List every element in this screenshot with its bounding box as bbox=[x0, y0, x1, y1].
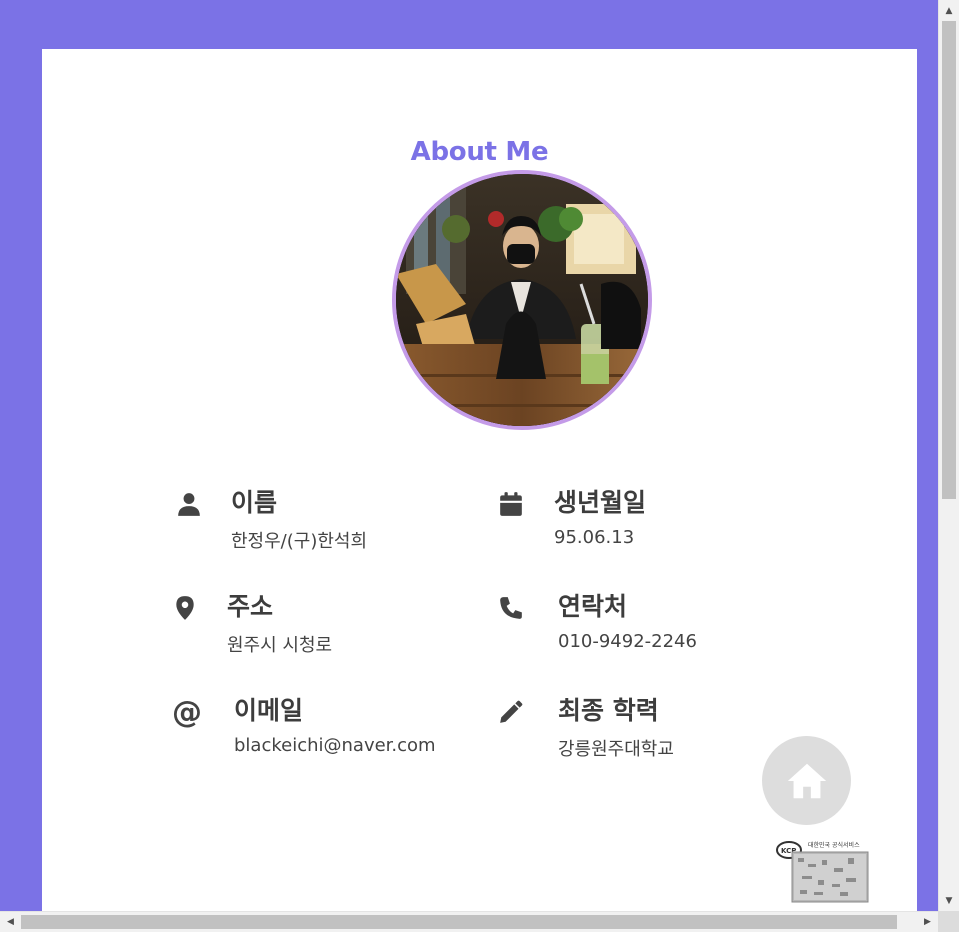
phone-icon bbox=[496, 593, 526, 623]
info-education-label: 최종 학력 bbox=[558, 696, 659, 725]
calendar-icon bbox=[496, 489, 526, 519]
horizontal-scrollbar[interactable]: ◀ ▶ bbox=[0, 911, 938, 932]
at-icon: @ bbox=[172, 694, 202, 730]
badge-text: 대한민국 공식서비스 bbox=[808, 841, 860, 849]
profile-photo bbox=[396, 174, 648, 426]
page-background: About Me 이름 한정우/(구)한석희 생년월일 95.06.13 주소 … bbox=[0, 0, 938, 911]
info-birth-value: 95.06.13 bbox=[554, 527, 635, 548]
kcp-badge[interactable]: KCP 대한민국 공식서비스 bbox=[774, 838, 870, 904]
scroll-right-arrow-icon[interactable]: ▶ bbox=[919, 912, 936, 932]
info-name-value: 한정우/(구)한석희 bbox=[231, 531, 368, 552]
horizontal-scroll-thumb[interactable] bbox=[21, 915, 897, 929]
vertical-scrollbar[interactable]: ▲ ▼ bbox=[938, 0, 959, 911]
info-education-value: 강릉원주대학교 bbox=[558, 739, 674, 760]
home-button[interactable] bbox=[762, 736, 851, 825]
info-email-label: 이메일 bbox=[234, 696, 304, 725]
info-address-label: 주소 bbox=[227, 592, 274, 621]
profile-avatar bbox=[392, 170, 652, 430]
vertical-scroll-thumb[interactable] bbox=[942, 21, 956, 499]
info-name-label: 이름 bbox=[231, 488, 278, 517]
info-birth-label: 생년월일 bbox=[554, 488, 647, 517]
pencil-icon bbox=[496, 697, 526, 727]
home-icon bbox=[787, 763, 826, 798]
info-contact-label: 연락처 bbox=[558, 592, 628, 621]
kcp-badge-icon: KCP 대한민국 공식서비스 bbox=[776, 841, 869, 903]
map-marker-icon bbox=[170, 593, 200, 623]
page-title: About Me bbox=[410, 137, 549, 167]
info-email-value: blackeichi@naver.com bbox=[234, 735, 436, 756]
scroll-left-arrow-icon[interactable]: ◀ bbox=[2, 912, 19, 932]
user-icon bbox=[174, 489, 204, 519]
info-address-value: 원주시 시청로 bbox=[227, 635, 333, 656]
scrollbar-corner bbox=[938, 911, 959, 932]
info-contact-value: 010-9492-2246 bbox=[558, 631, 697, 652]
scroll-down-arrow-icon[interactable]: ▼ bbox=[939, 892, 959, 909]
scroll-up-arrow-icon[interactable]: ▲ bbox=[939, 2, 959, 19]
